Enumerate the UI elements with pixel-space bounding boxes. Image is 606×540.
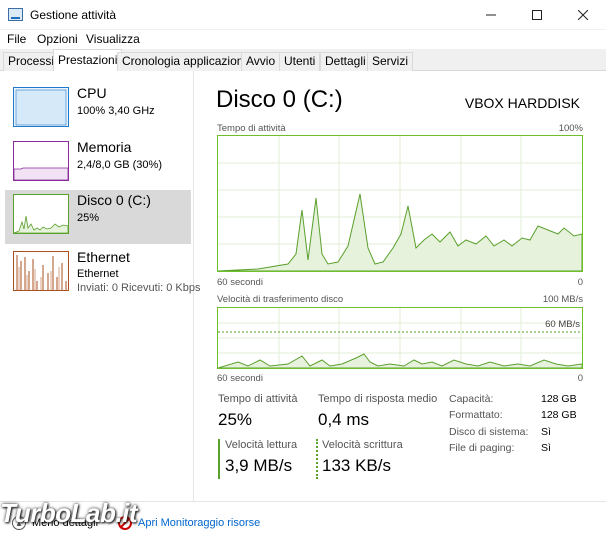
tab-utenti[interactable]: Utenti <box>279 52 321 71</box>
close-icon <box>578 10 588 20</box>
sidebar-item-cpu[interactable]: CPU 100% 3,40 GHz <box>5 83 191 137</box>
active-time-label: Tempo di attività <box>218 393 298 405</box>
prop-paging-file-key: File di paging: <box>449 442 515 454</box>
prop-formatted-value: 128 GB <box>541 409 577 421</box>
sidebar-ethernet-title: Ethernet <box>77 249 130 265</box>
prop-system-disk-key: Disco di sistema: <box>449 426 529 438</box>
graph2-mid: 60 MB/s <box>545 319 580 330</box>
cpu-thumbnail-graph <box>13 87 69 127</box>
tab-avvio[interactable]: Avvio <box>241 52 281 71</box>
sidebar-disco-sub: 25% <box>77 212 100 224</box>
read-speed-indicator <box>218 439 220 479</box>
active-time-graph <box>217 135 583 272</box>
graph1-label: Tempo di attività <box>217 123 286 134</box>
graph2-time-span: 60 secondi <box>217 373 263 384</box>
transfer-rate-graph-plot <box>217 308 583 369</box>
prop-paging-file-value: Sì <box>541 442 551 454</box>
active-time-graph-plot <box>217 136 583 272</box>
disk-title: Disco 0 (C:) <box>216 86 343 113</box>
window-title: Gestione attività <box>30 8 117 22</box>
tab-bar: Processi Prestazioni Cronologia applicaz… <box>0 49 606 71</box>
menu-opzioni[interactable]: Opzioni <box>37 32 78 46</box>
sidebar-cpu-title: CPU <box>77 85 107 101</box>
tab-cronologia-applicazioni[interactable]: Cronologia applicazioni <box>117 52 252 71</box>
graph2-max: 100 MB/s <box>542 294 583 305</box>
graph2-min: 0 <box>577 373 583 384</box>
resource-sidebar: CPU 100% 3,40 GHz Memoria 2,4/8,0 GB (30… <box>0 71 201 501</box>
transfer-rate-graph <box>217 307 583 369</box>
active-time-value: 25% <box>218 410 253 429</box>
tab-servizi[interactable]: Servizi <box>367 52 414 71</box>
sidebar-memoria-sub: 2,4/8,0 GB (30%) <box>77 159 162 171</box>
prop-formatted-key: Formattato: <box>449 409 503 421</box>
resource-monitor-label: Apri Monitoraggio risorse <box>138 517 261 529</box>
prop-capacity-key: Capacità: <box>449 393 494 405</box>
prop-system-disk-value: Sì <box>541 426 551 438</box>
menu-visualizza[interactable]: Visualizza <box>86 32 140 46</box>
sidebar-item-disco[interactable]: Disco 0 (C:) 25% <box>5 190 191 244</box>
sidebar-item-ethernet[interactable]: Ethernet Ethernet Inviati: 0 Ricevuti: 0… <box>5 247 201 301</box>
performance-panel: CPU 100% 3,40 GHz Memoria 2,4/8,0 GB (30… <box>0 71 606 540</box>
write-speed-label: Velocità scrittura <box>322 439 403 451</box>
sidebar-ethernet-traffic: Inviati: 0 Ricevuti: 0 Kbps <box>77 282 201 294</box>
sidebar-memoria-title: Memoria <box>77 139 132 155</box>
tab-dettagli[interactable]: Dettagli <box>320 52 371 71</box>
read-speed-value: 3,9 MB/s <box>225 456 293 475</box>
task-manager-icon <box>8 8 23 21</box>
maximize-icon <box>532 10 542 20</box>
graph1-max: 100% <box>558 123 583 134</box>
watermark-logo: TurboLab.it <box>0 498 138 528</box>
open-resource-monitor-link[interactable]: Apri Monitoraggio risorse <box>118 516 260 530</box>
prop-capacity-value: 128 GB <box>541 393 577 405</box>
minimize-button[interactable] <box>468 0 514 30</box>
menu-bar: File Opzioni Visualizza <box>0 30 606 49</box>
minimize-icon <box>486 14 496 16</box>
title-bar: Gestione attività <box>0 0 606 30</box>
disco-thumbnail-graph <box>13 194 69 234</box>
read-speed-label: Velocità lettura <box>225 439 298 451</box>
tab-prestazioni[interactable]: Prestazioni <box>53 49 123 71</box>
graph1-time-span: 60 secondi <box>217 277 263 288</box>
write-speed-value: 133 KB/s <box>322 456 391 475</box>
ethernet-thumbnail-graph <box>13 251 69 291</box>
graph2-label: Velocità di trasferimento disco <box>217 294 344 305</box>
sidebar-item-memoria[interactable]: Memoria 2,4/8,0 GB (30%) <box>5 137 191 191</box>
disk-detail-panel: Disco 0 (C:) VBOX HARDDISK Tempo di atti… <box>194 71 606 501</box>
response-time-value: 0,4 ms <box>318 410 370 429</box>
menu-file[interactable]: File <box>7 32 26 46</box>
tab-processi[interactable]: Processi <box>3 52 60 71</box>
response-time-label: Tempo di risposta medio <box>318 393 438 405</box>
sidebar-ethernet-adapter: Ethernet <box>77 268 119 280</box>
sidebar-disco-title: Disco 0 (C:) <box>77 192 151 208</box>
memoria-thumbnail-graph <box>13 141 69 181</box>
write-speed-indicator <box>316 439 318 479</box>
sidebar-cpu-sub: 100% 3,40 GHz <box>77 105 155 117</box>
disk-model: VBOX HARDDISK <box>464 95 580 111</box>
close-button[interactable] <box>560 0 606 30</box>
graph1-min: 0 <box>577 277 583 288</box>
maximize-button[interactable] <box>514 0 560 30</box>
